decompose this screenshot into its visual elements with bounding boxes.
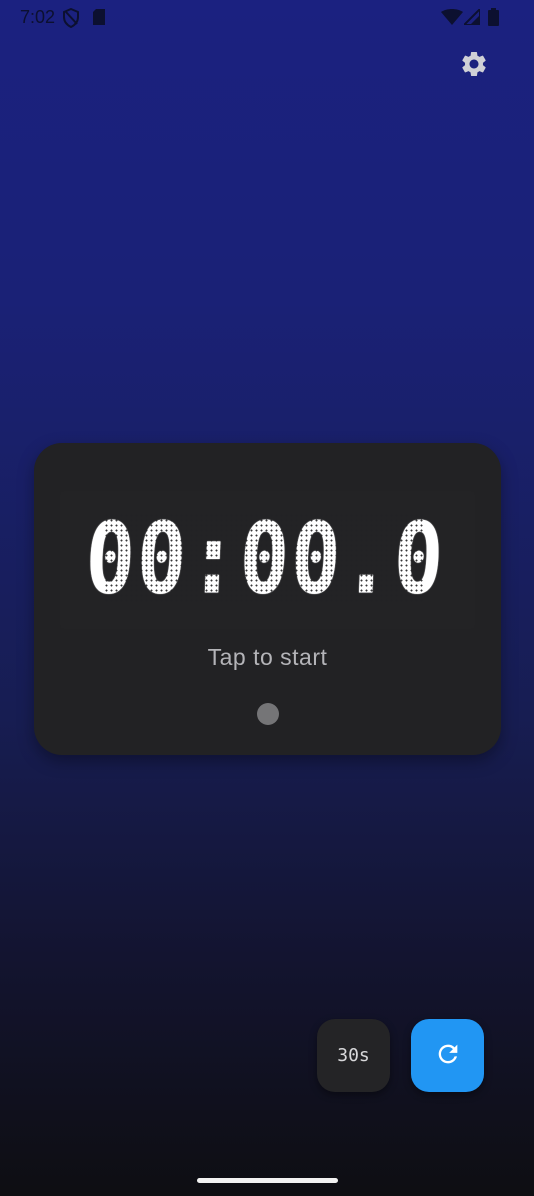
status-time: 7:02 [20,7,56,27]
timer-display: 00:00.0 [83,502,448,617]
status-bar: 7:02 [0,0,534,36]
wifi-icon [441,9,463,29]
shield-icon [62,7,80,32]
home-indicator[interactable] [197,1178,338,1183]
sd-card-icon [92,8,106,30]
refresh-icon [434,1040,462,1072]
battery-icon [488,8,499,30]
preset-label: 30s [337,1045,370,1066]
gear-icon [459,49,489,83]
settings-button[interactable] [456,48,492,84]
status-indicator-dot [257,703,279,725]
preset-30s-button[interactable]: 30s [317,1019,390,1092]
timer-card[interactable]: 00:00.0 Tap to start [34,443,501,755]
tap-to-start-hint: Tap to start [207,644,328,670]
cellular-icon [461,6,481,29]
reset-button[interactable] [411,1019,484,1092]
